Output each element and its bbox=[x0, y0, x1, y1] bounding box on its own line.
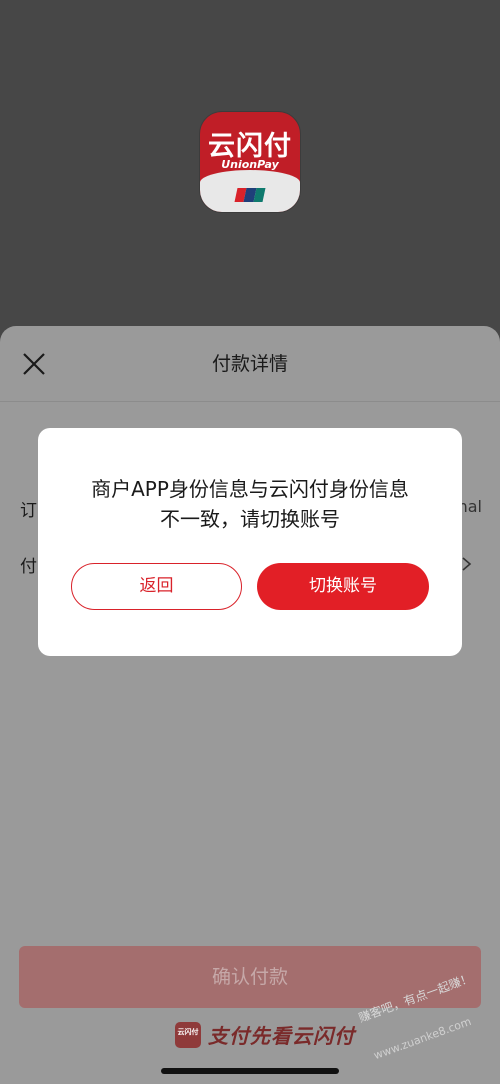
unionpay-card-icon bbox=[234, 188, 266, 202]
chevron-right-icon[interactable] bbox=[460, 556, 474, 571]
sheet-title: 付款详情 bbox=[211, 353, 288, 375]
account-mismatch-dialog: 商户APP身份信息与云闪付身份信息 不一致，请切换账号 返回 切换账号 bbox=[38, 428, 462, 656]
switch-account-button[interactable]: 切换账号 bbox=[257, 563, 429, 610]
dialog-message-line1: 商户APP身份信息与云闪付身份信息 bbox=[91, 477, 409, 501]
footer-slogan: 支付先看云闪付 bbox=[208, 1024, 355, 1048]
app-header-area: 云闪付 UnionPay bbox=[0, 0, 500, 326]
payment-method-row-label[interactable]: 付 bbox=[20, 552, 37, 577]
home-indicator[interactable] bbox=[161, 1068, 339, 1074]
dialog-message-line2: 不一致，请切换账号 bbox=[160, 507, 340, 531]
sheet-header: 付款详情 bbox=[0, 326, 500, 402]
order-row-label: 订 bbox=[20, 501, 37, 521]
back-button[interactable]: 返回 bbox=[71, 563, 242, 610]
footer-logo: 云闪付 bbox=[175, 1022, 201, 1048]
unionpay-app-logo: 云闪付 UnionPay bbox=[200, 112, 300, 212]
logo-name-en: UnionPay bbox=[221, 158, 279, 171]
dialog-message: 商户APP身份信息与云闪付身份信息 不一致，请切换账号 bbox=[38, 474, 462, 534]
